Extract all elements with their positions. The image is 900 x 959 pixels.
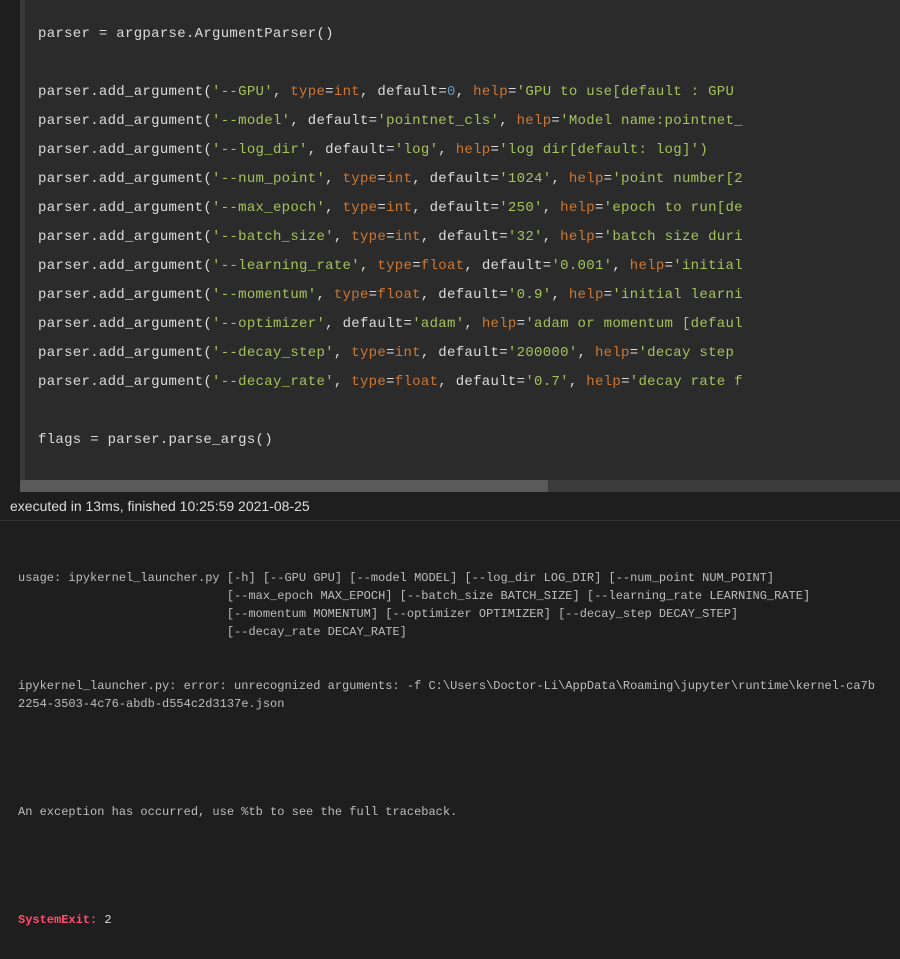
error-text: ipykernel_launcher.py: error: unrecogniz… [18, 677, 882, 713]
systemexit-label: SystemExit: [18, 913, 97, 927]
horizontal-scrollbar-thumb[interactable] [20, 480, 548, 492]
code-content[interactable]: parser = argparse.ArgumentParser() parse… [38, 20, 900, 455]
horizontal-scrollbar-track[interactable] [20, 480, 900, 492]
systemexit-code: 2 [97, 913, 111, 927]
output-panel: usage: ipykernel_launcher.py [-h] [--GPU… [0, 521, 900, 959]
cell-gutter [20, 0, 25, 480]
exception-message: An exception has occurred, use %tb to se… [18, 803, 882, 821]
code-cell[interactable]: parser = argparse.ArgumentParser() parse… [0, 0, 900, 480]
execution-status: executed in 13ms, finished 10:25:59 2021… [0, 492, 900, 521]
usage-text: usage: ipykernel_launcher.py [-h] [--GPU… [18, 569, 882, 641]
systemexit-line: SystemExit: 2 [18, 911, 882, 929]
